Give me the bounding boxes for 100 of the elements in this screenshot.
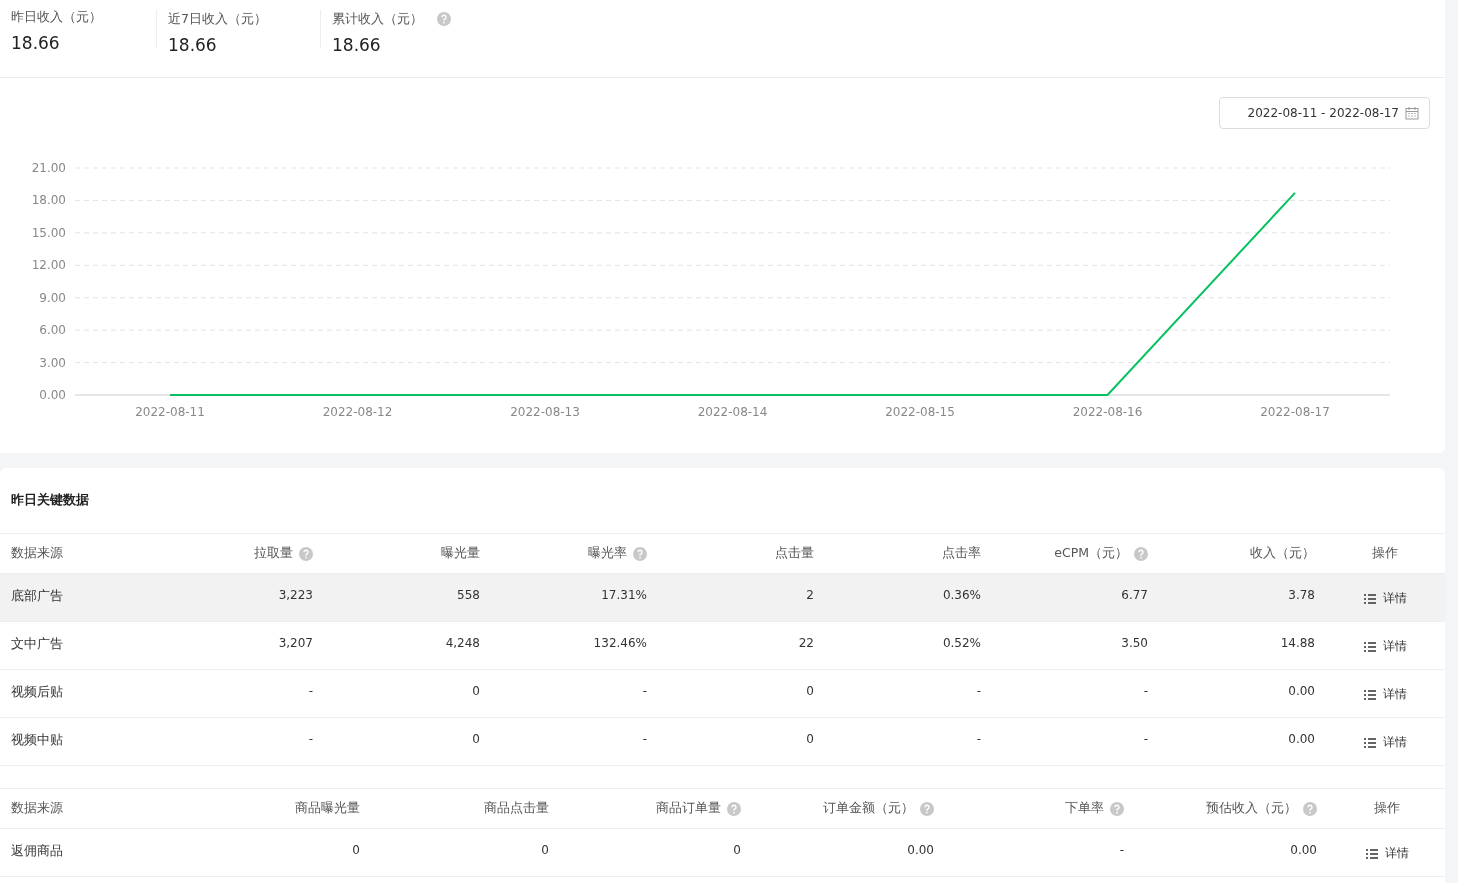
y-tick-label: 3.00 [39, 355, 66, 370]
table-cell: 3,207 [278, 636, 313, 650]
y-tick-label: 15.00 [31, 225, 66, 240]
table-cell: 0 [472, 684, 480, 698]
table-row[interactable]: 视频后贴 - 0 - 0 - - 0.00 详情 [0, 670, 1445, 718]
table-row[interactable]: 文中广告 3,207 4,248 132.46% 22 0.52% 3.50 14.88 详情 [0, 622, 1445, 670]
table-cell: - [1143, 684, 1148, 698]
table-cell: 0 [806, 684, 814, 698]
x-tick-label: 2022-08-17 [1260, 405, 1330, 419]
table-cell: - [1119, 843, 1124, 857]
x-tick-label: 2022-08-11 [135, 405, 205, 419]
help-icon[interactable] [299, 546, 313, 561]
column-header: 操作 [1372, 545, 1398, 562]
table-row[interactable]: 底部广告 3,223 558 17.31% 2 0.36% 6.77 3.78 详情 [0, 574, 1445, 622]
column-header: 数据来源 [11, 800, 63, 817]
table-cell: 132.46% [593, 636, 647, 650]
column-header: 收入（元） [1250, 545, 1315, 562]
table-cell: 3,223 [278, 588, 313, 602]
x-tick-label: 2022-08-14 [697, 405, 768, 419]
table-row[interactable]: 视频中贴 - 0 - 0 - - 0.00 详情 [0, 718, 1445, 766]
details-link[interactable]: 详情 [1363, 686, 1407, 703]
column-header: 曝光率 [588, 545, 627, 562]
table-cell: 0 [472, 732, 480, 746]
details-link[interactable]: 详情 [1365, 845, 1409, 862]
table-cell: - [642, 732, 647, 746]
table-cell: 14.88 [1280, 636, 1315, 650]
section-title: 昨日关键数据 [0, 468, 1445, 534]
table-cell: 0.36% [942, 588, 981, 602]
x-tick-label: 2022-08-15 [885, 405, 955, 419]
help-icon[interactable] [1303, 801, 1317, 816]
y-tick-label: 12.00 [31, 258, 66, 273]
list-icon [1363, 689, 1376, 700]
column-header: 拉取量 [254, 545, 293, 562]
details-link[interactable]: 详情 [1363, 734, 1407, 751]
table-cell: 0 [352, 843, 360, 857]
table-cell: 底部广告 [11, 588, 63, 605]
stat-label: 累计收入（元） [332, 10, 423, 28]
table-row[interactable]: 返佣商品 0 0 0 0.00 - 0.00 详情 [0, 829, 1445, 877]
table-cell: - [308, 732, 313, 746]
x-tick-label: 2022-08-12 [322, 405, 393, 419]
help-icon[interactable] [1134, 546, 1148, 561]
list-icon [1363, 593, 1376, 604]
y-tick-label: 18.00 [31, 193, 66, 208]
column-header: 曝光量 [441, 545, 480, 562]
stat-value: 18.66 [11, 33, 61, 53]
table-cell: 22 [798, 636, 814, 650]
table-cell: 返佣商品 [11, 843, 63, 860]
table-cell: - [1143, 732, 1148, 746]
x-tick-label: 2022-08-16 [1072, 405, 1143, 419]
stat-value: 18.66 [168, 35, 218, 55]
details-link[interactable]: 详情 [1363, 638, 1407, 655]
column-header: 点击量 [775, 545, 814, 562]
table-cell: - [642, 684, 647, 698]
table-cell: 视频中贴 [11, 732, 63, 749]
column-header: 商品曝光量 [295, 800, 360, 817]
table-cell: 0 [541, 843, 549, 857]
stat-label: 近7日收入（元） [168, 10, 267, 28]
table-cell: - [308, 684, 313, 698]
x-tick-label: 2022-08-13 [510, 405, 580, 419]
help-icon[interactable] [633, 546, 647, 561]
table-cell: 视频后贴 [11, 684, 63, 701]
help-icon[interactable] [437, 12, 451, 26]
column-header: 预估收入（元） [1206, 800, 1297, 817]
table-cell: 4,248 [445, 636, 480, 650]
date-range-picker[interactable]: 2022-08-11 - 2022-08-17 [1218, 97, 1430, 129]
table-cell: 0.00 [1288, 684, 1315, 698]
table-cell: 17.31% [601, 588, 647, 602]
column-header: 数据来源 [11, 545, 63, 562]
table-cell: 2 [806, 588, 814, 602]
help-icon[interactable] [1110, 801, 1124, 816]
stat-label: 昨日收入（元） [11, 8, 102, 26]
column-header: 操作 [1374, 800, 1400, 817]
table-cell: 0 [806, 732, 814, 746]
y-tick-label: 9.00 [39, 290, 66, 305]
table-cell: 3.50 [1121, 636, 1148, 650]
table-cell: 558 [457, 588, 480, 602]
column-header: 订单金额（元） [823, 800, 914, 817]
stat-value: 18.66 [332, 35, 382, 55]
table-cell: 0.52% [942, 636, 981, 650]
column-header: 点击率 [942, 545, 981, 562]
list-icon [1365, 848, 1378, 859]
table-cell: 3.78 [1288, 588, 1315, 602]
details-link[interactable]: 详情 [1363, 590, 1407, 607]
help-icon[interactable] [920, 801, 934, 816]
column-header: 商品点击量 [484, 800, 549, 817]
table-cell: 0.00 [1288, 732, 1315, 746]
y-tick-label: 21.00 [31, 161, 66, 175]
table-cell: - [976, 732, 981, 746]
list-icon [1363, 641, 1376, 652]
y-tick-label: 6.00 [39, 323, 66, 338]
list-icon [1363, 737, 1376, 748]
table-cell: 0 [733, 843, 741, 857]
y-tick-label: 0.00 [39, 388, 66, 402]
table-cell: 6.77 [1121, 588, 1148, 602]
table-cell: - [976, 684, 981, 698]
column-header: 下单率 [1065, 800, 1104, 817]
table-cell: 0.00 [907, 843, 934, 857]
calendar-icon [1405, 106, 1419, 120]
help-icon[interactable] [727, 801, 741, 816]
table-cell: 文中广告 [11, 636, 63, 653]
